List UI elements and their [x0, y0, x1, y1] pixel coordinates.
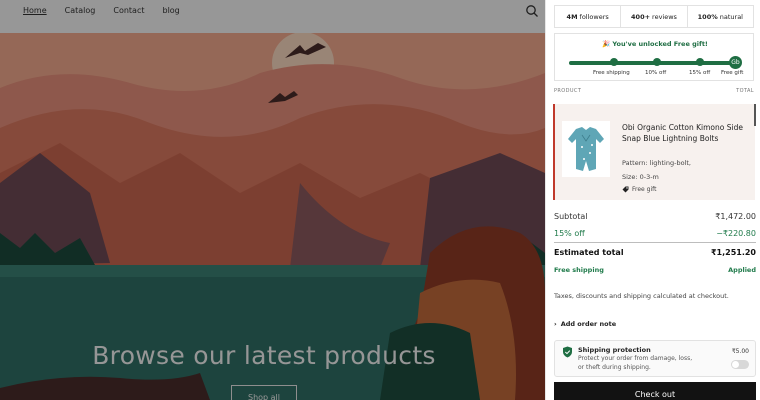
stat-reviews: 400+ reviews [621, 6, 688, 27]
free-gift-label: Free gift [632, 186, 657, 193]
shipping-value: Applied [728, 266, 756, 274]
stat-label: natural [719, 12, 743, 21]
milestone-label: Free shipping [593, 70, 630, 76]
product-size: Size: 0-3-m [622, 173, 659, 181]
estimated-total-value: ₹1,251.20 [710, 248, 756, 257]
milestone-dot [653, 58, 661, 66]
discount-row: 15% off −₹220.80 [554, 229, 756, 238]
stat-natural: 100% natural [688, 6, 753, 27]
scrollbar-thumb[interactable] [754, 104, 756, 126]
shipping-row: Free shipping Applied [554, 266, 756, 274]
shipping-label: Free shipping [554, 266, 604, 274]
protection-toggle[interactable] [731, 360, 749, 369]
shield-check-icon [563, 346, 572, 358]
discount-value: −₹220.80 [716, 229, 756, 238]
gift-milestone-icon: Gb [729, 56, 742, 69]
stat-value: 4M [566, 12, 578, 21]
estimated-total-label: Estimated total [554, 248, 624, 257]
discount-label: 15% off [554, 229, 585, 238]
romper-image-icon [568, 127, 604, 171]
total-column-header: TOTAL [736, 88, 754, 94]
product-pattern: Pattern: lighting-bolt, [622, 159, 691, 167]
taxes-note: Taxes, discounts and shipping calculated… [554, 292, 729, 300]
product-column-header: PRODUCT [554, 88, 582, 94]
subtotal-row: Subtotal ₹1,472.00 [554, 212, 756, 221]
rewards-message: 🎉 You've unlocked Free gift! [602, 40, 708, 48]
free-gift-tag: Free gift [622, 186, 656, 193]
product-title[interactable]: Obi Organic Cotton Kimono Side Snap Blue… [622, 122, 752, 144]
page-overlay[interactable] [0, 0, 545, 400]
summary-divider [554, 242, 756, 243]
stat-value: 400+ [631, 12, 651, 21]
product-thumbnail[interactable] [562, 121, 610, 177]
stat-value: 100% [697, 12, 718, 21]
social-proof-bar: 4M followers 400+ reviews 100% natural [554, 5, 754, 28]
subtotal-label: Subtotal [554, 212, 588, 221]
milestone-label: 10% off [645, 70, 667, 76]
chevron-right-icon: › [554, 320, 557, 328]
stat-label: reviews [652, 12, 677, 21]
order-note-label: Add order note [560, 320, 617, 328]
protection-price: ₹5.00 [731, 348, 749, 355]
milestone-dot [696, 58, 704, 66]
tag-icon [622, 186, 629, 193]
stat-followers: 4M followers [555, 6, 622, 27]
rewards-progress: 🎉 You've unlocked Free gift! Gb Free shi… [554, 33, 754, 81]
stat-label: followers [579, 12, 609, 21]
protection-title: Shipping protection [578, 346, 651, 354]
milestone-label: 15% off [689, 70, 711, 76]
store-page: Home Catalog Contact blog Browse our lat… [0, 0, 545, 400]
estimated-total-row: Estimated total ₹1,251.20 [554, 248, 756, 257]
add-order-note[interactable]: › Add order note [554, 320, 616, 328]
cart-drawer: 4M followers 400+ reviews 100% natural 🎉… [545, 0, 760, 400]
shipping-protection: Shipping protection Protect your order f… [554, 340, 756, 377]
milestone-dot [610, 58, 618, 66]
cart-item[interactable]: Obi Organic Cotton Kimono Side Snap Blue… [553, 104, 755, 200]
milestone-label: Free gift [721, 70, 744, 76]
cart-column-headers: PRODUCT TOTAL [554, 88, 754, 94]
subtotal-value: ₹1,472.00 [715, 212, 756, 221]
protection-description: Protect your order from damage, loss, or… [578, 355, 693, 371]
checkout-button[interactable]: Check out [554, 382, 756, 400]
